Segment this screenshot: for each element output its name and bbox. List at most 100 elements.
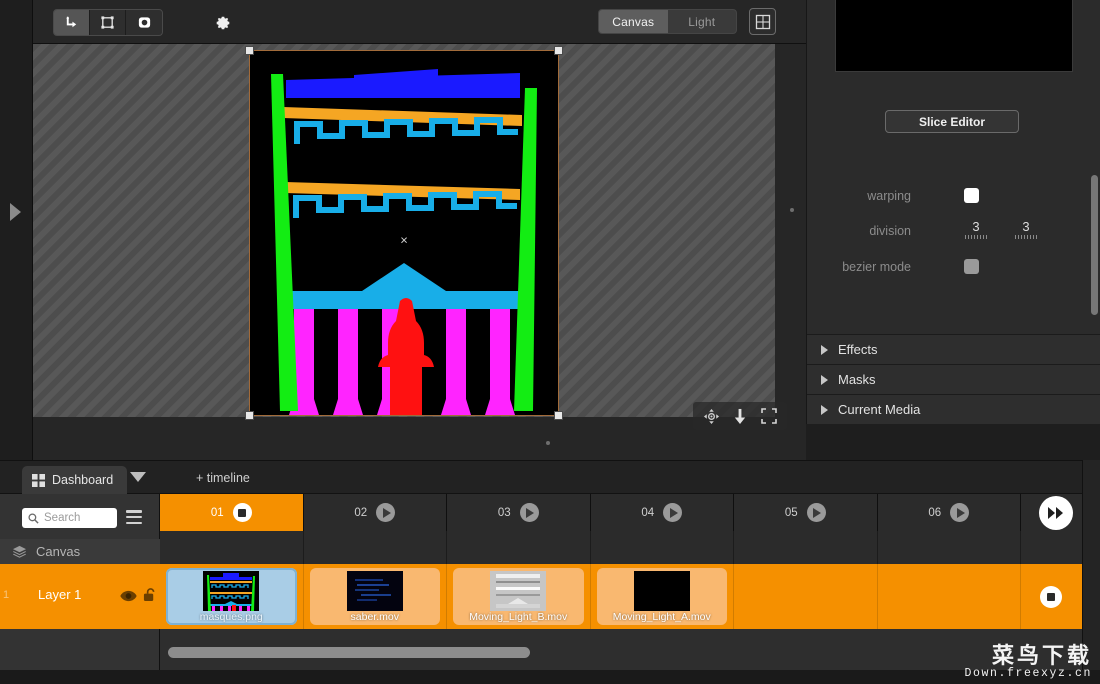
bezier-mode-checkbox[interactable] [964,259,979,274]
clip-slot[interactable]: masques.png [160,564,304,629]
group-lane-cell[interactable] [304,531,447,564]
clip-name: saber.mov [350,611,399,623]
timeline-right-rail [1082,460,1100,684]
property-row-division: division 3 3 [807,219,1100,248]
clip-moving-light-a[interactable]: Moving_Light_A.mov [596,568,727,625]
group-lane-cell[interactable] [591,531,734,564]
caret-right-icon [821,374,828,385]
column-number: 04 [641,506,655,519]
add-timeline-button[interactable]: + timeline [196,471,250,485]
inspector-panel: Slice Editor warping division 3 3 bezier… [806,0,1100,430]
clip-slot-empty[interactable] [734,564,878,629]
slice-editor-button[interactable]: Slice Editor [885,110,1019,133]
accordion-current-media[interactable]: Current Media [807,394,1100,424]
grid-toggle-button[interactable] [749,8,776,35]
clip-slot[interactable]: Moving_Light_A.mov [591,564,734,629]
column-stop-button[interactable] [232,503,252,522]
mask-tool-button[interactable] [126,10,162,35]
column-number: 01 [210,506,224,519]
column-header-01[interactable]: 01 [160,494,304,531]
resize-handle-bottom-left[interactable] [245,411,254,420]
caret-down-icon[interactable] [130,472,146,482]
pan-tool-button[interactable] [701,406,721,426]
inspector-scrollbar[interactable] [1091,175,1098,315]
layer-stop-button[interactable] [1040,586,1062,608]
bezier-mode-label: bezier mode [842,260,911,274]
column-play-button[interactable] [663,503,683,522]
clip-slot-empty[interactable] [878,564,1021,629]
accordion-masks[interactable]: Masks [807,364,1100,394]
settings-button[interactable] [211,11,235,34]
transform-tool-button[interactable] [54,10,90,35]
accordion-current-media-label: Current Media [838,402,921,417]
tool-group [53,9,163,36]
clip-slot[interactable]: saber.mov [304,564,447,629]
timeline-hscroll-track[interactable] [160,642,1082,664]
canvas-viewport[interactable]: × [33,44,806,460]
column-number: 06 [928,506,942,519]
column-play-button[interactable] [376,503,396,522]
artboard-selection[interactable]: × [245,46,563,429]
column-header-06[interactable]: 06 [877,494,1021,531]
division-label: division [869,224,911,238]
dashboard-tabbar: Dashboard + timeline [0,461,1100,494]
clip-masques[interactable]: masques.png [166,568,297,625]
column-header-03[interactable]: 03 [447,494,591,531]
hamburger-icon[interactable] [126,510,142,524]
timeline-hscroll-thumb[interactable] [168,647,530,658]
crop-tool-button[interactable] [90,10,126,35]
resize-handle-top-right[interactable] [554,46,563,55]
clip-moving-light-b[interactable]: Moving_Light_B.mov [453,568,584,625]
group-lane-cell[interactable] [734,531,878,564]
group-lane-cell[interactable] [160,531,304,564]
timeline-ruler: 01 02 03 04 05 06 [160,494,1082,531]
warping-checkbox[interactable] [964,188,979,203]
expand-left-panel-icon[interactable] [10,203,21,221]
unlocked-padlock-icon [143,588,155,602]
play-icon [382,507,391,518]
column-header-02[interactable]: 02 [303,494,447,531]
accordion-effects-label: Effects [838,342,878,357]
bottom-bar [0,670,1100,684]
warping-label: warping [867,189,911,203]
clip-name: masques.png [199,611,263,623]
division-y-field[interactable]: 3 [1009,219,1043,239]
viewport-controls [693,402,787,430]
column-header-05[interactable]: 05 [734,494,878,531]
viewport-dot-bottom [546,441,550,445]
division-x-field[interactable]: 3 [959,219,993,239]
layer-visibility-button[interactable] [120,589,137,607]
column-play-button[interactable] [950,503,970,522]
group-lane-cell[interactable] [447,531,591,564]
fast-forward-circle [1039,495,1073,530]
clip-slot[interactable]: Moving_Light_B.mov [447,564,591,629]
arrow-turn-icon [66,16,77,28]
canvas-toolbar: Canvas Light [33,0,806,44]
group-row-canvas[interactable]: Canvas [0,539,160,564]
tab-dashboard[interactable]: Dashboard [22,466,128,494]
canvas-stage: × [33,44,794,445]
resize-handle-bottom-right[interactable] [554,411,563,420]
clip-name: Moving_Light_B.mov [469,611,568,623]
search-input[interactable]: Search [22,508,117,528]
group-lane-cell[interactable] [878,531,1021,564]
play-icon [526,507,535,518]
column-header-04[interactable]: 04 [590,494,734,531]
fast-forward-icon [1048,506,1063,519]
property-row-bezier-mode: bezier mode [807,256,1100,284]
column-play-button[interactable] [806,503,826,522]
column-play-button[interactable] [519,503,539,522]
fast-forward-button[interactable] [1030,494,1082,531]
resize-handle-top-left[interactable] [245,46,254,55]
view-mode-canvas[interactable]: Canvas [599,10,668,33]
accordion-effects[interactable]: Effects [807,334,1100,364]
stop-icon [1047,593,1055,601]
layer-lock-button[interactable] [143,588,156,607]
column-number: 05 [784,506,798,519]
layer-header[interactable]: 1 Layer 1 [0,564,160,629]
play-icon [669,507,678,518]
download-button[interactable] [730,406,750,426]
clip-saber[interactable]: saber.mov [309,568,440,625]
fit-to-screen-button[interactable] [759,406,779,426]
view-mode-light[interactable]: Light [668,10,737,33]
